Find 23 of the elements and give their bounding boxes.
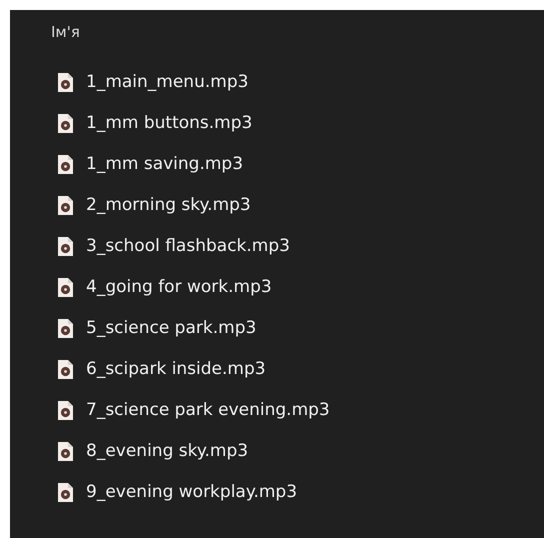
file-item[interactable]: 2_morning sky.mp3: [51, 190, 544, 220]
audio-file-icon: [57, 194, 74, 216]
file-item[interactable]: 3_school flashback.mp3: [51, 231, 544, 261]
audio-file-icon: [57, 72, 74, 92]
file-item[interactable]: 5_science park.mp3: [51, 313, 544, 343]
file-item[interactable]: 6_scipark inside.mp3: [51, 354, 544, 384]
audio-file-icon: [57, 440, 74, 462]
name-column-header[interactable]: Ім'я: [51, 23, 80, 41]
audio-file-icon: [57, 400, 74, 420]
audio-file-icon: [57, 236, 74, 256]
file-item[interactable]: 1_mm buttons.mp3: [51, 108, 544, 138]
audio-file-icon: [57, 358, 74, 380]
audio-file-icon: [57, 276, 74, 298]
audio-file-icon: [57, 154, 74, 174]
file-item[interactable]: 4_going for work.mp3: [51, 272, 544, 302]
file-item[interactable]: 1_main_menu.mp3: [51, 67, 544, 97]
file-item[interactable]: 9_evening workplay.mp3: [51, 477, 544, 507]
audio-file-icon: [57, 482, 74, 502]
audio-file-icon: [57, 318, 74, 338]
file-item[interactable]: 7_science park evening.mp3: [51, 395, 544, 425]
file-item[interactable]: 8_evening sky.mp3: [51, 436, 544, 466]
audio-file-icon: [57, 112, 74, 134]
file-item[interactable]: 1_mm saving.mp3: [51, 149, 544, 179]
